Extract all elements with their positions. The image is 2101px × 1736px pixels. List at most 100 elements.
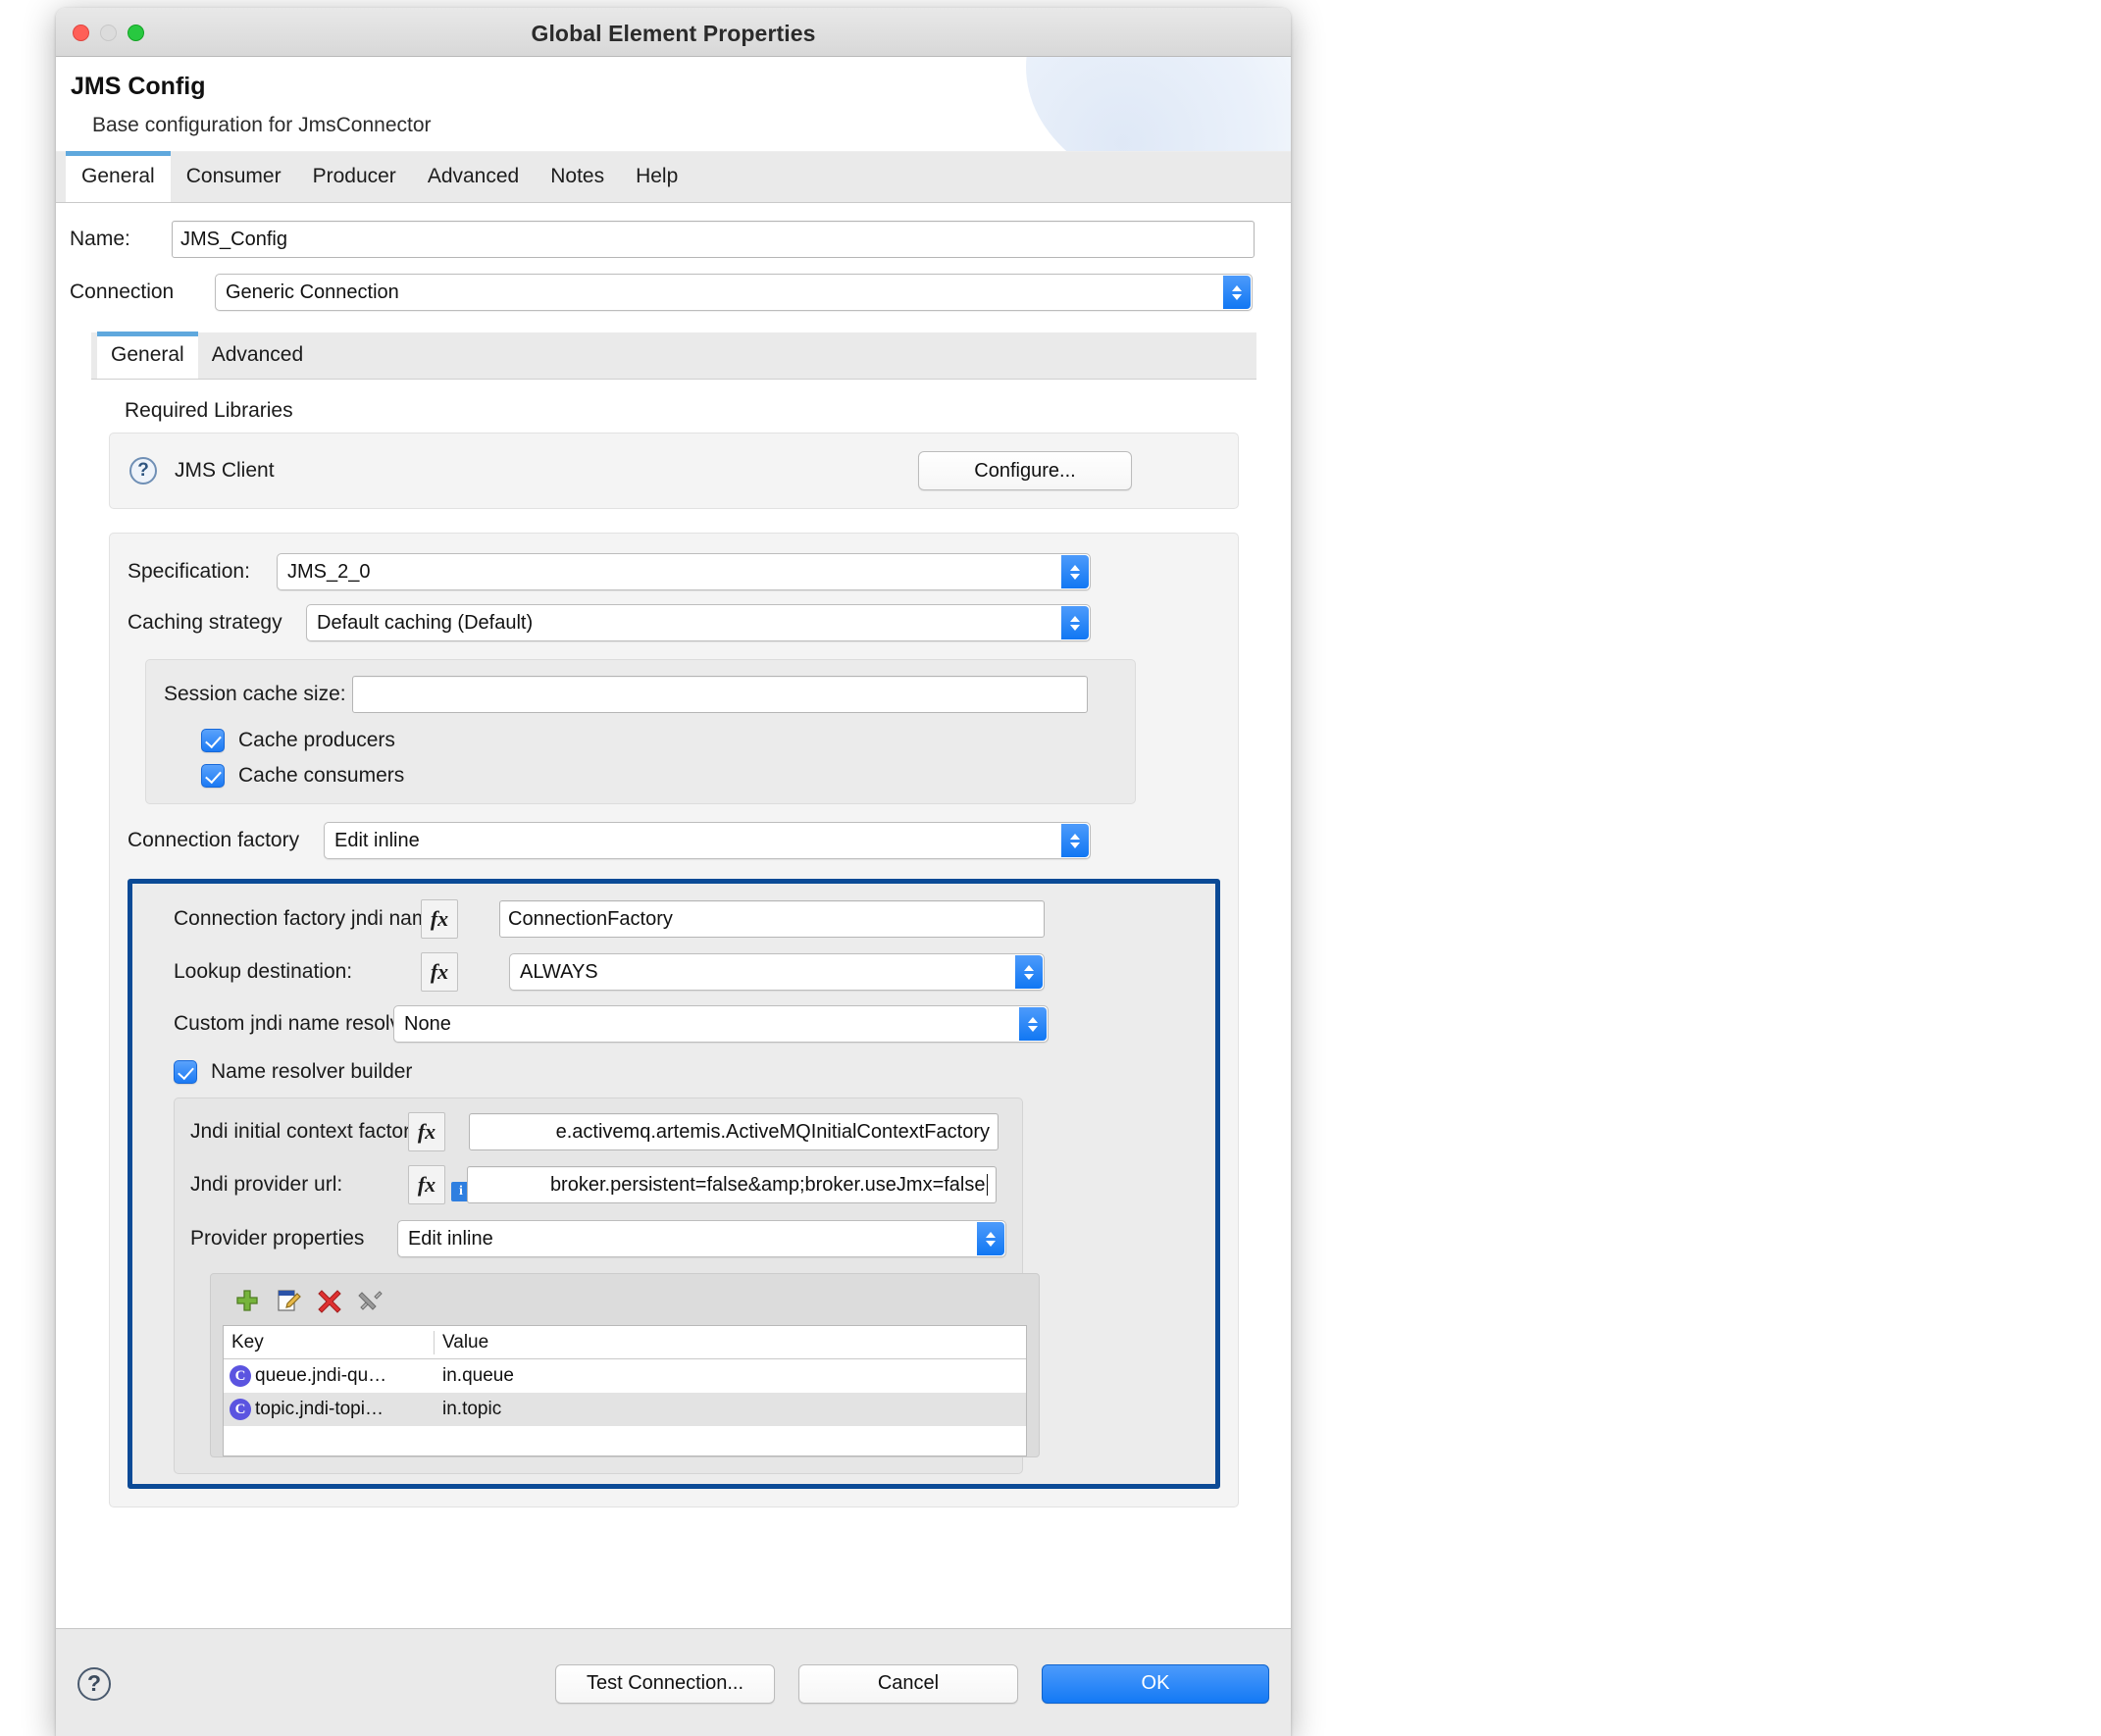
- specification-select[interactable]: JMS_2_0: [277, 553, 1091, 590]
- row-key-cell: C topic.jndi-topi…: [224, 1399, 435, 1420]
- session-cache-panel: Session cache size: Cache producers Cach…: [145, 659, 1136, 804]
- add-icon[interactable]: [232, 1286, 262, 1315]
- row-value-cell: in.queue: [435, 1365, 514, 1387]
- name-resolver-builder-checkbox[interactable]: [174, 1060, 197, 1084]
- window-title: Global Element Properties: [56, 21, 1291, 47]
- required-libraries-label: Required Libraries: [125, 399, 1239, 423]
- help-question-mark-icon[interactable]: ?: [77, 1667, 111, 1701]
- dialog-body: Name: JMS_Config Connection Generic Conn…: [56, 221, 1291, 1645]
- provider-properties-value: Edit inline: [408, 1228, 493, 1251]
- lookup-destination-label: Lookup destination:: [174, 960, 421, 984]
- inner-tab-content: Required Libraries ? JMS Client Configur…: [91, 380, 1256, 1507]
- session-cache-label: Session cache size:: [164, 683, 352, 706]
- specification-value: JMS_2_0: [287, 561, 371, 584]
- connection-select[interactable]: Generic Connection: [215, 274, 1253, 311]
- test-connection-button[interactable]: Test Connection...: [555, 1664, 775, 1704]
- resolver-builder-panel: Jndi initial context factory: fx e.activ…: [174, 1098, 1023, 1474]
- jms-client-label: JMS Client: [175, 459, 275, 483]
- fx-icon-jndi-name[interactable]: fx: [421, 899, 458, 939]
- table-empty-row: [224, 1426, 1026, 1455]
- cache-consumers-label: Cache consumers: [238, 764, 404, 788]
- table-row[interactable]: C topic.jndi-topi… in.topic: [224, 1393, 1026, 1426]
- inner-tab-general[interactable]: General: [97, 332, 198, 379]
- fx-icon-initial-context[interactable]: fx: [408, 1112, 445, 1151]
- cache-producers-checkbox[interactable]: [201, 729, 225, 752]
- ok-button[interactable]: OK: [1042, 1664, 1269, 1704]
- name-label: Name:: [70, 228, 172, 251]
- table-row[interactable]: C queue.jndi-qu… in.queue: [224, 1359, 1026, 1393]
- custom-resolver-select[interactable]: None: [393, 1005, 1049, 1043]
- text-caret: [987, 1174, 989, 1196]
- general-settings-panel: Specification: JMS_2_0 Caching strategy …: [109, 533, 1239, 1507]
- question-mark-icon[interactable]: ?: [129, 457, 157, 485]
- provider-url-label: Jndi provider url:: [190, 1173, 408, 1197]
- required-libraries-panel: ? JMS Client Configure...: [109, 433, 1239, 509]
- edit-icon[interactable]: [274, 1286, 303, 1315]
- connection-label: Connection: [70, 281, 215, 304]
- session-cache-input[interactable]: [352, 676, 1088, 713]
- fx-icon-provider-url[interactable]: fx: [408, 1165, 445, 1204]
- provider-url-input[interactable]: broker.persistent=false&amp;broker.useJm…: [467, 1166, 997, 1203]
- chevron-updown-icon: [1019, 1007, 1047, 1041]
- connection-factory-value: Edit inline: [334, 830, 420, 852]
- window-titlebar: Global Element Properties: [56, 8, 1291, 57]
- tools-icon[interactable]: [356, 1286, 385, 1315]
- tab-general[interactable]: General: [66, 151, 171, 202]
- cache-consumers-row[interactable]: Cache consumers: [201, 764, 1117, 788]
- provider-properties-table[interactable]: Key Value C queue.jndi-qu…: [223, 1325, 1027, 1456]
- connection-tabstrip: General Advanced: [91, 332, 1256, 380]
- column-header-key: Key: [224, 1331, 435, 1354]
- configure-button[interactable]: Configure...: [918, 451, 1132, 490]
- inner-tab-advanced[interactable]: Advanced: [198, 332, 317, 379]
- main-tabstrip: General Consumer Producer Advanced Notes…: [56, 152, 1291, 203]
- cancel-button[interactable]: Cancel: [798, 1664, 1018, 1704]
- specification-row: Specification: JMS_2_0: [128, 553, 1220, 590]
- name-input[interactable]: JMS_Config: [172, 221, 1255, 258]
- dialog-header: JMS Config Base configuration for JmsCon…: [56, 57, 1291, 152]
- tab-consumer[interactable]: Consumer: [171, 151, 297, 202]
- custom-resolver-row: Custom jndi name resolver None: [174, 1005, 1198, 1043]
- name-resolver-builder-row[interactable]: Name resolver builder: [174, 1060, 1198, 1084]
- initial-context-factory-input[interactable]: e.activemq.artemis.ActiveMQInitialContex…: [469, 1113, 999, 1150]
- provider-properties-select[interactable]: Edit inline: [397, 1220, 1006, 1257]
- screenshot-root: Global Element Properties JMS Config Bas…: [0, 0, 2101, 1736]
- cache-consumers-checkbox[interactable]: [201, 764, 225, 788]
- caching-strategy-value: Default caching (Default): [317, 612, 533, 635]
- jndi-name-label: Connection factory jndi name:: [174, 907, 421, 931]
- chevron-updown-icon: [977, 1222, 1004, 1255]
- page-title: JMS Config: [71, 73, 206, 101]
- chevron-updown-icon: [1223, 276, 1251, 309]
- global-element-properties-window: Global Element Properties JMS Config Bas…: [56, 8, 1291, 1736]
- connection-factory-select[interactable]: Edit inline: [324, 822, 1091, 859]
- row-key-cell: C queue.jndi-qu…: [224, 1365, 435, 1387]
- jndi-configuration-highlight: Connection factory jndi name: fx Connect…: [128, 879, 1220, 1489]
- delete-icon[interactable]: [315, 1286, 344, 1315]
- connection-factory-row: Connection factory Edit inline: [128, 822, 1220, 859]
- specification-label: Specification:: [128, 560, 277, 584]
- initial-context-factory-row: Jndi initial context factory: fx e.activ…: [190, 1112, 1006, 1151]
- name-row: Name: JMS_Config: [70, 221, 1277, 258]
- connection-select-value: Generic Connection: [226, 281, 399, 304]
- cache-producers-label: Cache producers: [238, 729, 395, 752]
- table-toolbar: [223, 1284, 1027, 1325]
- jndi-name-input[interactable]: ConnectionFactory: [499, 900, 1045, 938]
- config-property-icon: C: [230, 1399, 251, 1420]
- tab-help[interactable]: Help: [620, 151, 693, 202]
- initial-context-factory-label: Jndi initial context factory:: [190, 1120, 408, 1144]
- page-subtitle: Base configuration for JmsConnector: [92, 114, 432, 137]
- tab-notes[interactable]: Notes: [535, 151, 620, 202]
- connection-factory-label: Connection factory: [128, 829, 324, 852]
- connection-settings-panel: General Advanced Required Libraries ? JM…: [91, 332, 1256, 1507]
- custom-resolver-value: None: [404, 1013, 451, 1036]
- caching-strategy-select[interactable]: Default caching (Default): [306, 604, 1091, 641]
- chevron-updown-icon: [1015, 955, 1043, 989]
- row-key-text: queue.jndi-qu…: [255, 1365, 386, 1387]
- cache-producers-row[interactable]: Cache producers: [201, 729, 1117, 752]
- provider-url-row: Jndi provider url: fx i broker.persisten…: [190, 1165, 1006, 1204]
- fx-icon-lookup-destination[interactable]: fx: [421, 952, 458, 992]
- lookup-destination-select[interactable]: ALWAYS: [509, 953, 1045, 991]
- jndi-name-row: Connection factory jndi name: fx Connect…: [174, 899, 1198, 939]
- tab-advanced[interactable]: Advanced: [412, 151, 535, 202]
- tab-producer[interactable]: Producer: [297, 151, 412, 202]
- table-header: Key Value: [224, 1326, 1026, 1359]
